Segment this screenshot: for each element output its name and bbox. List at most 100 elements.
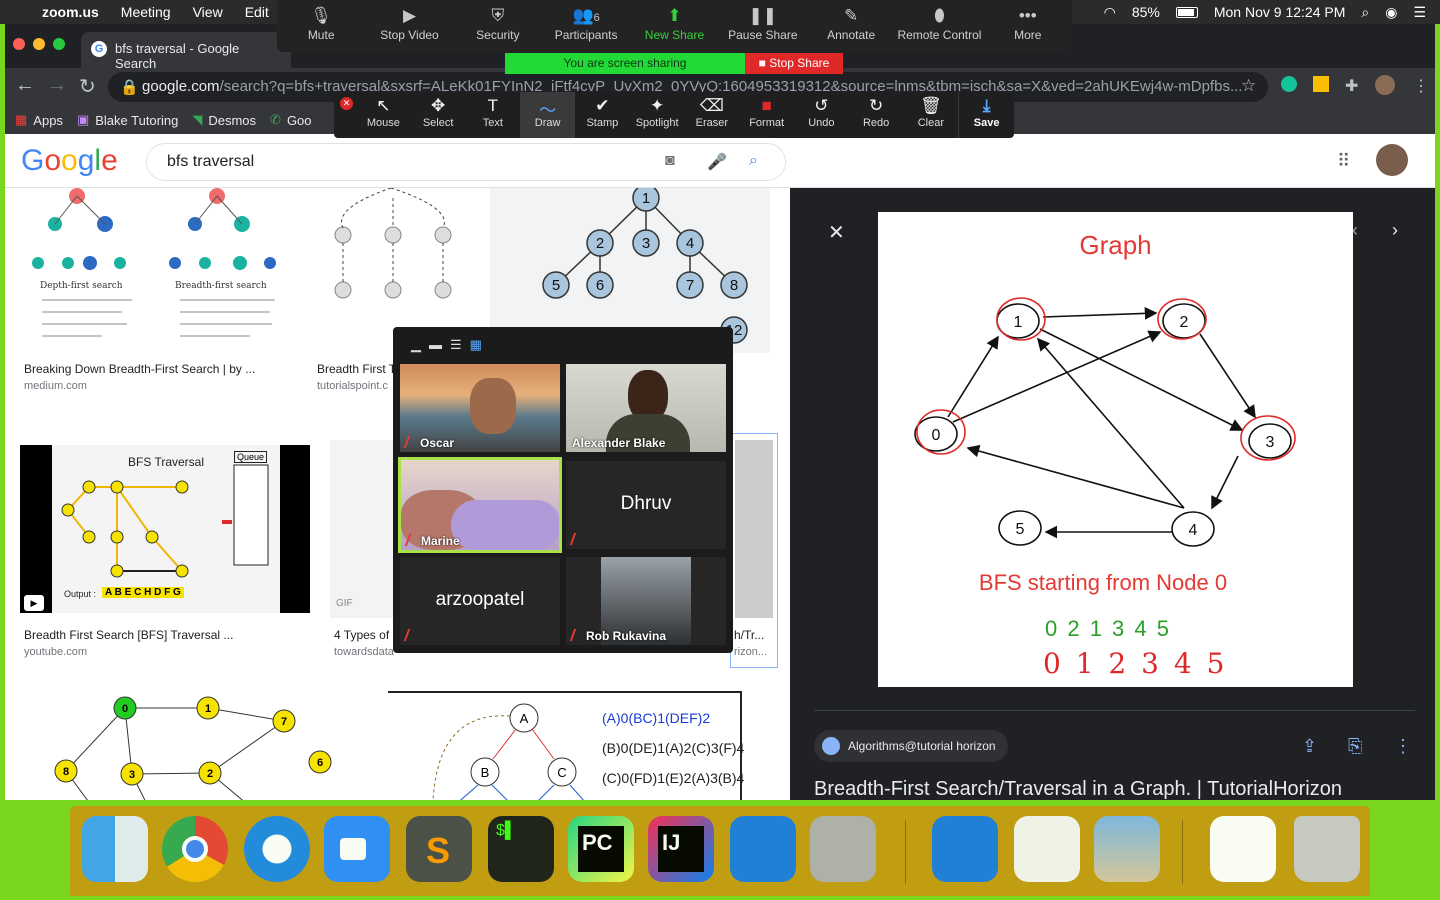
result-source-2[interactable]: tutorialspoint.c <box>317 380 388 392</box>
google-apps-icon[interactable]: ⠿ <box>1337 151 1350 172</box>
txt-file-icon[interactable] <box>1210 816 1276 882</box>
menu-edit[interactable]: Edit <box>245 4 269 20</box>
window-close-button[interactable] <box>13 38 25 50</box>
chrome-menu-icon[interactable]: ⋮ <box>1413 76 1429 96</box>
share-icon[interactable]: ⇪ <box>1302 736 1317 757</box>
intellij-icon[interactable]: IJ <box>648 816 714 882</box>
result-title[interactable]: Breadth-First Search/Traversal in a Grap… <box>814 778 1342 800</box>
result-source-4[interactable]: towardsdata <box>334 646 394 658</box>
trash-icon[interactable] <box>1294 816 1360 882</box>
preview-icon[interactable] <box>1094 816 1160 882</box>
wifi-icon[interactable]: ◠ <box>1104 4 1116 21</box>
more-options-icon[interactable]: ⋮ <box>1394 736 1412 757</box>
google-logo[interactable]: Google <box>21 144 118 178</box>
xcode-icon[interactable] <box>730 816 796 882</box>
bookmark-goo[interactable]: Goo <box>287 113 312 128</box>
spotlight-search-icon[interactable]: ⌕ <box>1361 4 1369 21</box>
tool-mouse[interactable]: ↖ Mouse <box>356 92 411 138</box>
close-preview-icon[interactable]: ✕ <box>828 220 845 245</box>
video-tile-marine[interactable]: Marine <box>398 457 562 553</box>
tool-undo[interactable]: ↺ Undo <box>794 92 849 138</box>
new-share-button[interactable]: ⬆ New Share <box>630 0 718 52</box>
annotation-close-icon[interactable]: ✕ <box>340 97 353 110</box>
grammarly-extension-icon[interactable] <box>1281 76 1297 92</box>
result-source-1[interactable]: medium.com <box>24 380 87 392</box>
screen-sharing-indicator[interactable]: You are screen sharing <box>505 53 745 74</box>
forward-icon[interactable]: → <box>47 74 67 97</box>
participants-button[interactable]: 👥6 Participants <box>542 0 630 52</box>
siri-icon[interactable]: ◉ <box>1385 4 1397 21</box>
result-image-abc-tree[interactable]: A B C (A)0(BC)1(DEF)2 (B)0(DE)1(A)2(C)3(F)… <box>388 681 771 800</box>
bookmark-apps[interactable]: Apps <box>33 113 63 128</box>
video-tile-alexander-blake[interactable]: Alexander Blake <box>566 364 726 452</box>
stop-share-button[interactable]: ■ Stop Share <box>745 53 843 74</box>
bookmark-star-icon[interactable]: ☆ <box>1241 76 1256 96</box>
finder-icon[interactable] <box>82 816 148 882</box>
textedit-icon[interactable] <box>1014 816 1080 882</box>
puzzle-extensions-icon[interactable]: ✚ <box>1345 76 1358 96</box>
play-icon[interactable]: ▶ <box>24 595 44 611</box>
tool-eraser[interactable]: ⌫ Eraser <box>685 92 740 138</box>
video-tile-rob-rukavina[interactable]: Rob Rukavina <box>566 557 726 645</box>
extension-icon[interactable] <box>1313 76 1329 92</box>
menubar-clock[interactable]: Mon Nov 9 12:24 PM <box>1214 4 1346 20</box>
result-image-dfs-bfs[interactable]: Depth-first search Breadth-first search <box>20 188 294 353</box>
video-tile-oscar[interactable]: Oscar <box>400 364 560 452</box>
back-icon[interactable]: ← <box>15 74 35 97</box>
gallery-layout-controls[interactable]: ▁▬☰▦ <box>411 337 490 353</box>
annotate-button[interactable]: ✎ Annotate <box>807 0 895 52</box>
pause-share-button[interactable]: ❚❚ Pause Share <box>719 0 807 52</box>
calculator-icon[interactable] <box>810 816 876 882</box>
terminal-icon[interactable]: $▌ <box>488 816 554 882</box>
tool-text[interactable]: T Text <box>466 92 521 138</box>
menu-meeting[interactable]: Meeting <box>121 4 171 20</box>
sublime-text-icon[interactable]: S <box>406 816 472 882</box>
search-icon[interactable]: ⌕ <box>749 152 758 170</box>
camera-search-icon[interactable]: ◙ <box>665 152 675 170</box>
video-tile-arzoopatel[interactable]: arzoopatel <box>400 557 560 645</box>
source-chip[interactable]: Algorithms@tutorial horizon <box>814 730 1008 762</box>
result-image-youtube-bfs[interactable]: BFS Traversal Queue Output : A B E C H D… <box>20 445 310 613</box>
tool-spotlight[interactable]: ✦ Spotlight <box>630 92 685 138</box>
graph-preview-image[interactable]: Graph 0 1 2 3 4 5 BFS starting from Node… <box>878 212 1353 687</box>
xcode-recent-icon[interactable] <box>932 816 998 882</box>
search-input[interactable]: bfs traversal ◙ 🎤 ⌕ <box>146 143 786 181</box>
profile-avatar[interactable] <box>1375 75 1395 95</box>
more-button[interactable]: ••• More <box>984 0 1072 52</box>
tool-save[interactable]: ⤓ Save <box>958 92 1014 138</box>
result-source-5[interactable]: rizon... <box>734 646 767 658</box>
control-center-icon[interactable]: ☰ <box>1413 4 1426 21</box>
tool-format[interactable]: ■ Format <box>739 92 794 138</box>
mute-button[interactable]: 🎙 Mute <box>277 0 365 52</box>
video-tile-dhruv[interactable]: Dhruv <box>566 461 726 549</box>
bookmark-blake-tutoring[interactable]: Blake Tutoring <box>95 113 178 128</box>
result-image-yellow-graph[interactable]: 01768325 <box>20 681 368 800</box>
next-image-icon[interactable]: › <box>1392 220 1398 241</box>
reload-icon[interactable]: ↻ <box>79 74 96 99</box>
save-bookmark-icon[interactable]: ⎘ <box>1348 736 1362 757</box>
battery-percent[interactable]: 85% <box>1132 4 1160 20</box>
result-caption-4[interactable]: 4 Types of <box>334 628 389 642</box>
tool-select[interactable]: ✥ Select <box>411 92 466 138</box>
security-button[interactable]: ⛨ Security <box>454 0 542 52</box>
stop-video-button[interactable]: ▶ Stop Video <box>365 0 453 52</box>
result-caption-1[interactable]: Breaking Down Breadth-First Search | by … <box>24 362 255 376</box>
result-caption-2[interactable]: Breadth First T <box>317 362 396 376</box>
pycharm-icon[interactable]: PC <box>568 816 634 882</box>
chrome-icon[interactable] <box>162 816 228 882</box>
zoom-app-icon[interactable] <box>324 816 390 882</box>
window-zoom-button[interactable] <box>53 38 65 50</box>
tool-stamp[interactable]: ✔ Stamp <box>575 92 630 138</box>
menu-app-name[interactable]: zoom.us <box>42 4 99 20</box>
result-caption-3[interactable]: Breadth First Search [BFS] Traversal ... <box>24 628 233 642</box>
bookmark-desmos[interactable]: Desmos <box>208 113 256 128</box>
window-minimize-button[interactable] <box>33 38 45 50</box>
safari-icon[interactable] <box>244 816 310 882</box>
tool-clear[interactable]: 🗑 Clear <box>904 92 959 138</box>
browser-tab[interactable]: G bfs traversal - Google Search <box>81 32 291 71</box>
result-source-3[interactable]: youtube.com <box>24 646 87 658</box>
mic-search-icon[interactable]: 🎤 <box>707 152 727 172</box>
result-image-towardsdata[interactable]: GIF <box>330 440 400 618</box>
remote-control-button[interactable]: ⬮ Remote Control <box>895 0 983 52</box>
google-account-avatar[interactable] <box>1376 144 1408 176</box>
